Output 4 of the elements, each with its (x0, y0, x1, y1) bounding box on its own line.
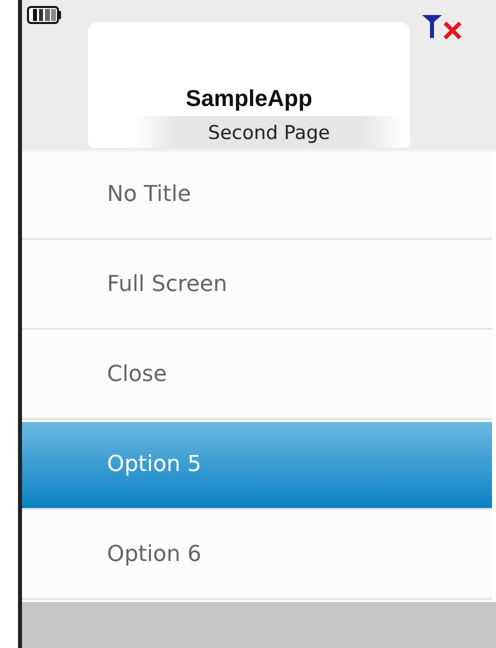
battery-icon (27, 5, 61, 25)
menu-item[interactable]: Option 5 (22, 422, 492, 510)
no-signal-icon (420, 12, 464, 40)
app-title: SampleApp (186, 85, 312, 112)
